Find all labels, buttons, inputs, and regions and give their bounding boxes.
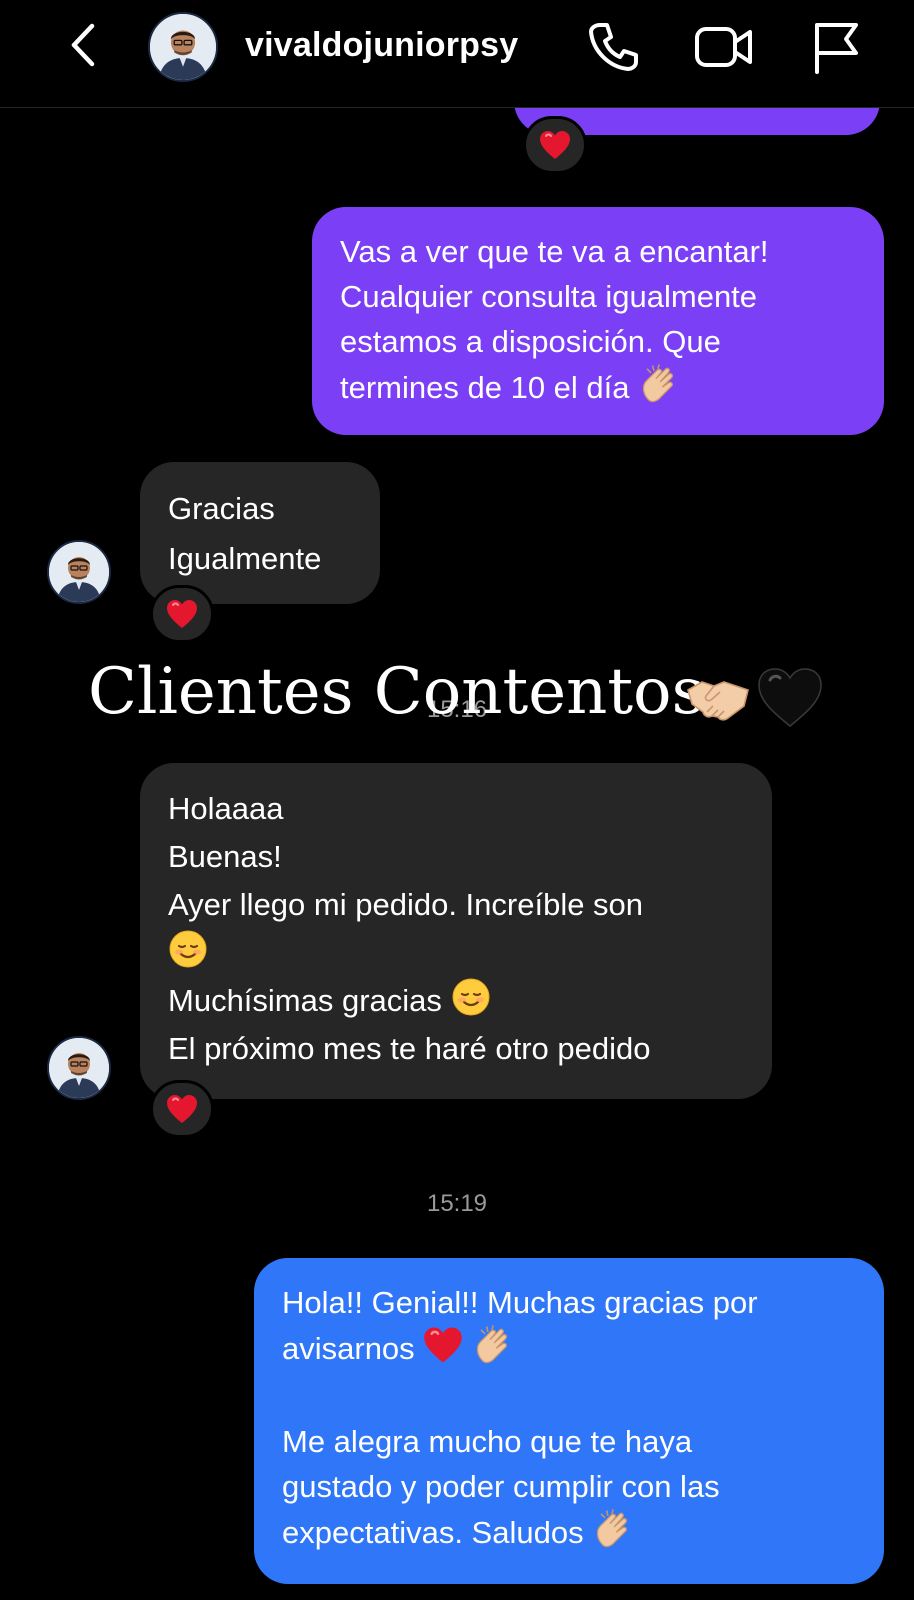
phone-icon[interactable] [586, 20, 640, 74]
smiling-face-icon [168, 929, 208, 969]
reaction-badge[interactable] [523, 116, 587, 174]
heart-icon [539, 130, 571, 160]
avatar[interactable] [148, 12, 218, 82]
message-bubble-sent[interactable]: Hola!! Genial!! Muchas gracias por avisa… [254, 1258, 884, 1584]
message-line: Gracias [168, 491, 275, 526]
message-line: Cualquier consulta igualmente [340, 279, 758, 314]
message-line: Hola!! Genial!! Muchas gracias por [282, 1285, 758, 1320]
message-bubble-received[interactable]: Holaaaa Buenas! Ayer llego mi pedido. In… [140, 763, 772, 1099]
message-line: expectativas. Saludos [282, 1515, 584, 1550]
avatar[interactable] [47, 1036, 111, 1100]
clapping-hands-icon [476, 1325, 508, 1364]
clapping-hands-icon [596, 1509, 628, 1548]
heart-icon [166, 599, 198, 629]
message-line: gustado y poder cumplir con las [282, 1469, 720, 1504]
message-line: Vas a ver que te va a encantar! [340, 234, 769, 269]
flag-icon[interactable] [810, 20, 862, 74]
message-line: Me alegra mucho que te haya [282, 1424, 693, 1459]
heart-icon [166, 1094, 198, 1124]
reaction-badge[interactable] [150, 585, 214, 643]
message-line: Buenas! [168, 839, 282, 874]
avatar[interactable] [47, 540, 111, 604]
red-heart-icon [423, 1326, 464, 1364]
message-timestamp: 15:19 [426, 1190, 488, 1217]
overlay-caption: Clientes Contentos [88, 655, 705, 729]
message-line: Holaaaa [168, 791, 284, 826]
message-line: avisarnos [282, 1331, 415, 1366]
message-line: termines de 10 el día [340, 370, 630, 405]
message-line: Muchísimas gracias [168, 983, 442, 1018]
smiling-face-icon [451, 977, 490, 1017]
video-camera-icon[interactable] [694, 20, 754, 74]
message-bubble-received[interactable]: Gracias Igualmente [140, 462, 380, 604]
message-line: Igualmente [168, 541, 322, 576]
message-line: El próximo mes te haré otro pedido [168, 1031, 651, 1066]
message-line: estamos a disposición. Que [340, 324, 721, 359]
message-line: Ayer llego mi pedido. Increíble son [168, 887, 644, 922]
chat-header: vivaldojuniorpsy [0, 0, 914, 108]
message-bubble-sent[interactable]: Vas a ver que te va a encantar! Cualquie… [312, 207, 884, 435]
chevron-left-icon[interactable] [66, 22, 100, 68]
handshake-icon [687, 681, 749, 721]
reaction-badge[interactable] [150, 1080, 214, 1138]
chat-username[interactable]: vivaldojuniorpsy [245, 26, 518, 65]
clapping-hands-icon [642, 364, 674, 403]
black-heart-icon [758, 668, 822, 727]
